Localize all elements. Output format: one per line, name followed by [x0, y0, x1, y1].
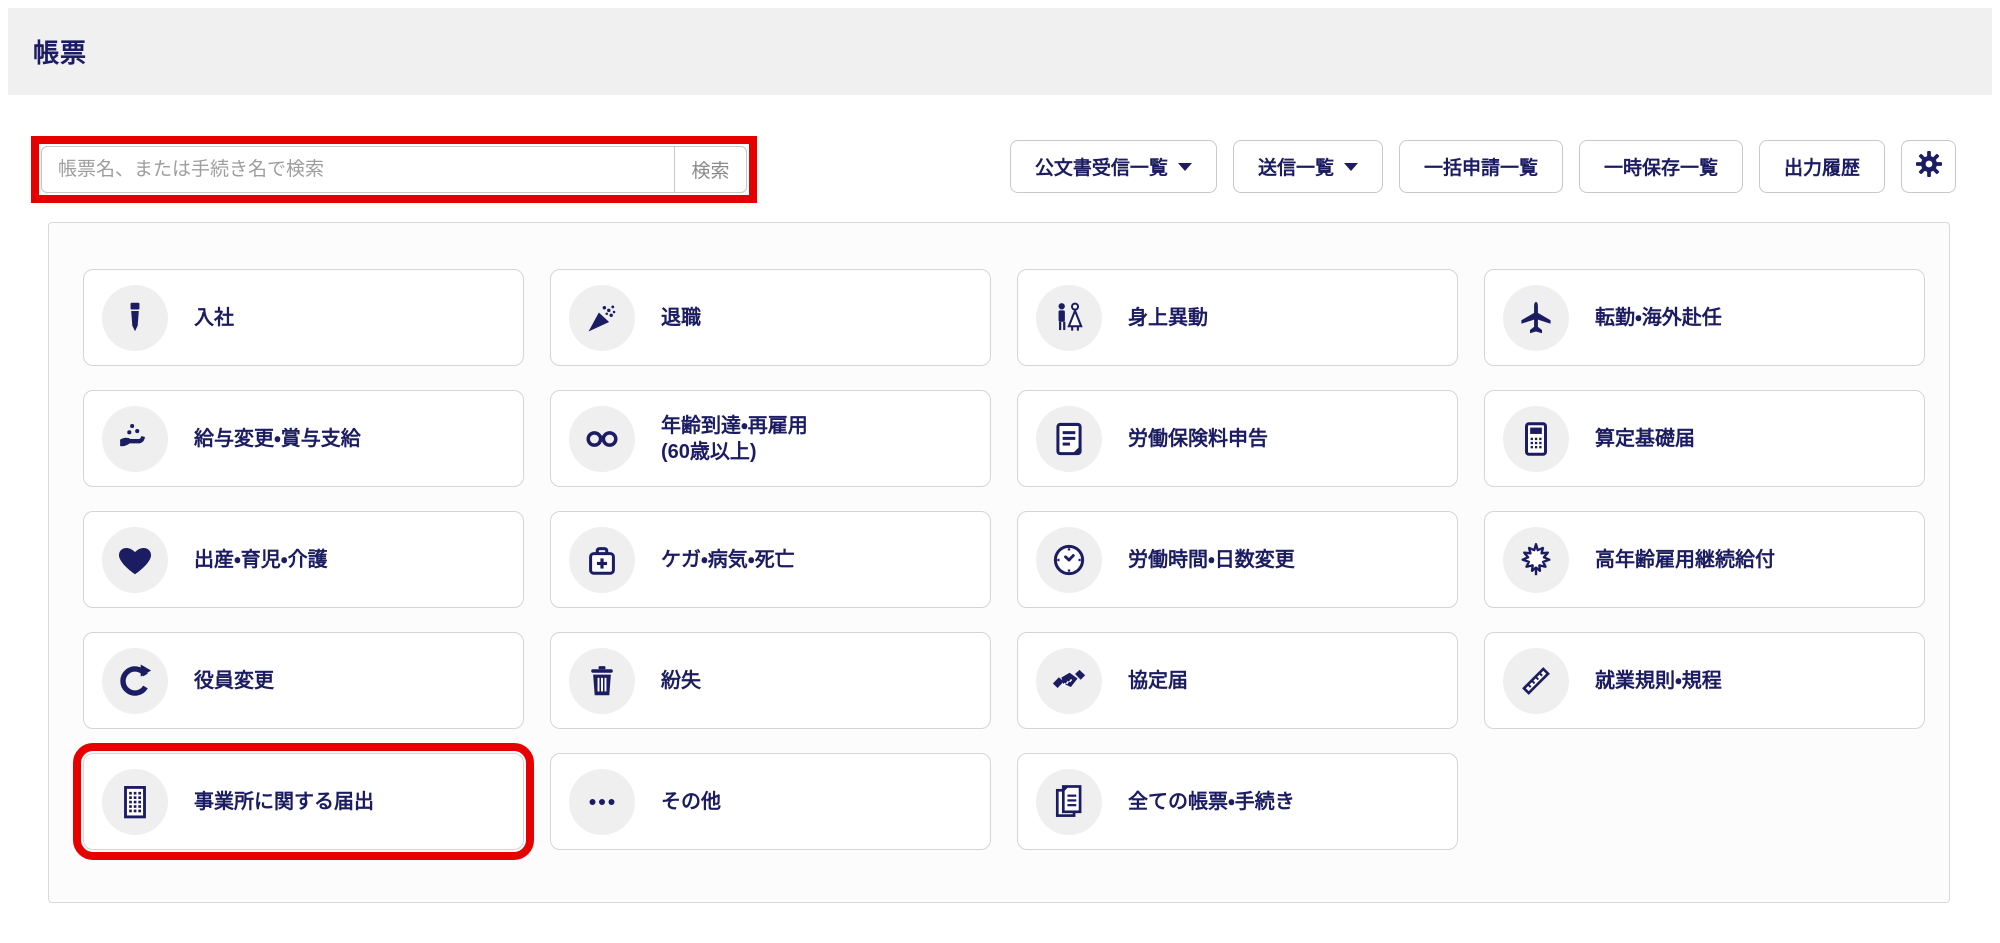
building-icon	[102, 768, 168, 835]
category-card-label: 身上異動	[1128, 306, 1208, 329]
categories-panel: 入社 退職 身上異動 転勤・海外赴任 給与変更・賞与支給 年齢到達・再雇用 (60…	[48, 222, 1950, 903]
clock-icon	[1036, 526, 1102, 593]
category-card[interactable]: 役員変更	[83, 632, 524, 729]
category-card-label: 労働時間・日数変更	[1128, 548, 1295, 571]
ellipsis-icon	[569, 768, 635, 835]
category-card-label: 入社	[194, 306, 234, 329]
category-card-label: 事業所に関する届出	[194, 790, 374, 813]
category-card-label: 年齢到達・再雇用 (60歳以上)	[661, 414, 808, 463]
wedding-couple-icon	[1036, 284, 1102, 351]
search-input[interactable]	[42, 147, 674, 192]
toolbar-button[interactable]: 送信一覧	[1232, 140, 1383, 193]
category-card-label: 退職	[661, 306, 701, 329]
category-card[interactable]: 紛失	[550, 632, 991, 729]
category-card-label: ケガ・病気・死亡	[661, 548, 795, 571]
category-card[interactable]: 全ての帳票・手続き	[1017, 753, 1458, 850]
page-header: 帳票	[8, 8, 1992, 95]
toolbar-button-label: 一時保存一覧	[1603, 158, 1718, 179]
salary-hand-icon	[102, 405, 168, 472]
category-card-label: 協定届	[1128, 669, 1188, 692]
category-card[interactable]: 高年齢雇用継続給付	[1484, 511, 1925, 608]
category-card-label: 給与変更・賞与支給	[194, 427, 361, 450]
category-card[interactable]: その他	[550, 753, 991, 850]
first-aid-icon	[569, 526, 635, 593]
chevron-down-icon	[1177, 162, 1192, 171]
calculator-icon	[1503, 405, 1569, 472]
category-card[interactable]: 算定基礎届	[1484, 390, 1925, 487]
glasses-icon	[569, 405, 635, 472]
necktie-icon	[102, 284, 168, 351]
toolbar-button-label: 一括申請一覧	[1423, 158, 1538, 179]
maple-leaf-icon	[1503, 526, 1569, 593]
toolbar-button[interactable]: 一括申請一覧	[1398, 140, 1563, 193]
documents-icon	[1036, 768, 1102, 835]
category-card[interactable]: 退職	[550, 269, 991, 366]
category-card[interactable]: 年齢到達・再雇用 (60歳以上)	[550, 390, 991, 487]
category-card-label: 算定基礎届	[1595, 427, 1695, 450]
category-card[interactable]: 給与変更・賞与支給	[83, 390, 524, 487]
category-card-label: 役員変更	[194, 669, 274, 692]
search-button[interactable]: 検索	[674, 147, 746, 192]
toolbar-button-label: 送信一覧	[1257, 158, 1334, 179]
category-card[interactable]: 身上異動	[1017, 269, 1458, 366]
toolbar: 公文書受信一覧 送信一覧 一括申請一覧 一時保存一覧 出力履歴	[1009, 140, 1956, 193]
category-card-label: 紛失	[661, 669, 701, 692]
refresh-icon	[102, 647, 168, 714]
gear-icon	[1914, 149, 1944, 185]
category-card-label: 労働保険料申告	[1128, 427, 1268, 450]
ruler-icon	[1503, 647, 1569, 714]
page-title: 帳票	[33, 38, 88, 68]
handshake-icon	[1036, 647, 1102, 714]
category-grid: 入社 退職 身上異動 転勤・海外赴任 給与変更・賞与支給 年齢到達・再雇用 (60…	[73, 269, 1925, 860]
category-card[interactable]: 協定届	[1017, 632, 1458, 729]
category-card[interactable]: 就業規則・規程	[1484, 632, 1925, 729]
party-popper-icon	[569, 284, 635, 351]
category-card[interactable]: 出産・育児・介護	[83, 511, 524, 608]
category-card[interactable]: 入社	[83, 269, 524, 366]
category-card[interactable]: 労働時間・日数変更	[1017, 511, 1458, 608]
chevron-down-icon	[1343, 162, 1358, 171]
category-card-label: 転勤・海外赴任	[1595, 306, 1722, 329]
toolbar-button[interactable]: 公文書受信一覧	[1009, 140, 1217, 193]
document-icon	[1036, 405, 1102, 472]
category-card-label: その他	[661, 790, 721, 813]
trash-icon	[569, 647, 635, 714]
toolbar-button-label: 公文書受信一覧	[1034, 158, 1168, 179]
search-bar: 検索	[41, 146, 747, 193]
toolbar-button-label: 出力履歴	[1783, 158, 1860, 179]
airplane-icon	[1503, 284, 1569, 351]
category-card[interactable]: ケガ・病気・死亡	[550, 511, 991, 608]
category-card-label: 就業規則・規程	[1595, 669, 1722, 692]
category-card[interactable]: 労働保険料申告	[1017, 390, 1458, 487]
category-card-label: 全ての帳票・手続き	[1128, 790, 1295, 813]
category-card-label: 出産・育児・介護	[194, 548, 328, 571]
toolbar-button[interactable]: 出力履歴	[1758, 140, 1885, 193]
category-card-highlighted[interactable]: 事業所に関する届出	[73, 743, 534, 860]
category-card[interactable]: 転勤・海外赴任	[1484, 269, 1925, 366]
settings-button[interactable]	[1901, 140, 1956, 193]
category-card-label: 高年齢雇用継続給付	[1595, 548, 1775, 571]
annotation-highlight-search: 検索	[31, 136, 757, 203]
heart-icon	[102, 526, 168, 593]
toolbar-button[interactable]: 一時保存一覧	[1578, 140, 1743, 193]
